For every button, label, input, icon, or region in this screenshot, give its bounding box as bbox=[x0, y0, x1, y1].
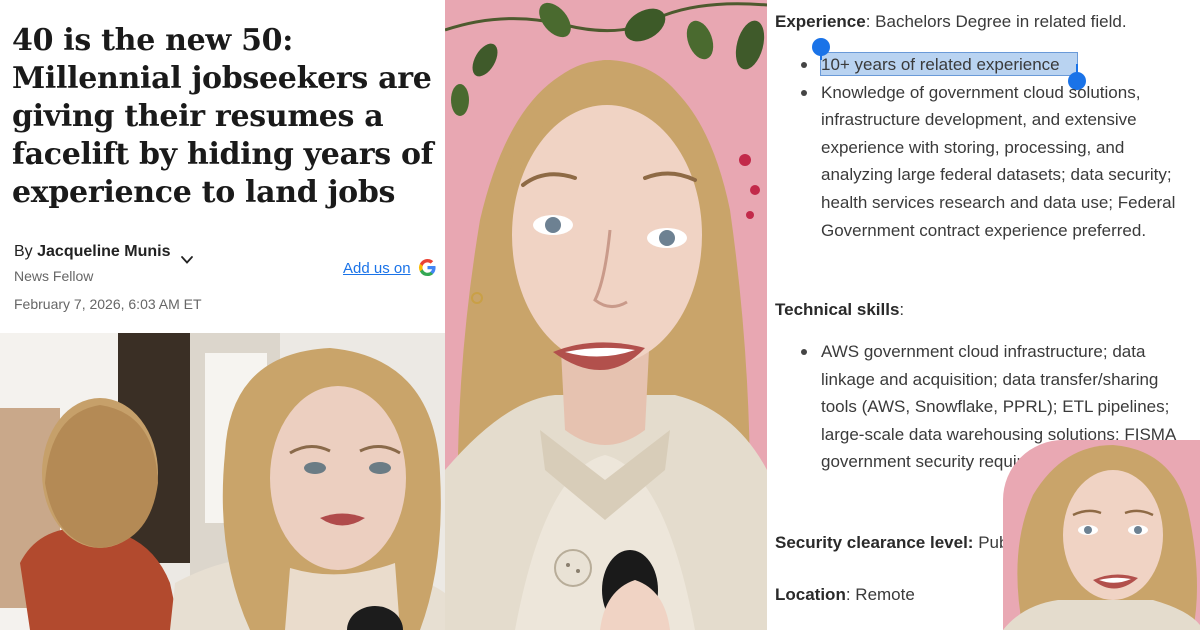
article-panel: 40 is the new 50: Millennial jobseekers … bbox=[0, 0, 445, 630]
experience-line: Experience: Bachelors Degree in related … bbox=[775, 8, 1127, 36]
author-name[interactable]: Jacqueline Munis bbox=[37, 243, 170, 260]
byline: By Jacqueline Munis bbox=[14, 243, 171, 261]
location-label: Location bbox=[775, 585, 846, 604]
article-headline: 40 is the new 50: Millennial jobseekers … bbox=[12, 23, 434, 210]
technical-skills-suffix: : bbox=[899, 300, 905, 319]
experience-label: Experience bbox=[775, 12, 866, 31]
experience-value: : Bachelors Degree in related field. bbox=[865, 12, 1127, 31]
creator-overlay-video[interactable] bbox=[1003, 440, 1200, 630]
technical-skills-line: Technical skills: bbox=[775, 296, 904, 324]
publish-date: February 7, 2026, 6:03 AM ET bbox=[14, 296, 202, 312]
article-video-image[interactable] bbox=[0, 333, 445, 630]
location-line: Location: Remote bbox=[775, 581, 915, 609]
technical-skills-label: Technical skills bbox=[775, 300, 900, 319]
chevron-down-icon[interactable] bbox=[180, 253, 194, 267]
clearance-label: Security clearance level: bbox=[775, 533, 974, 552]
list-item: 10+ years of related experience bbox=[797, 51, 1177, 79]
creator-video-frame[interactable] bbox=[445, 0, 767, 630]
add-us-on-google-link[interactable]: Add us on bbox=[343, 260, 411, 277]
author-role: News Fellow bbox=[14, 268, 94, 284]
experience-list: 10+ years of related experience Knowledg… bbox=[797, 51, 1177, 244]
google-g-icon[interactable] bbox=[418, 258, 437, 277]
job-post-panel: Experience: Bachelors Degree in related … bbox=[767, 0, 1200, 630]
byline-prefix: By bbox=[14, 243, 33, 260]
list-item: Knowledge of government cloud solutions,… bbox=[797, 79, 1177, 245]
location-value: : Remote bbox=[845, 585, 915, 604]
